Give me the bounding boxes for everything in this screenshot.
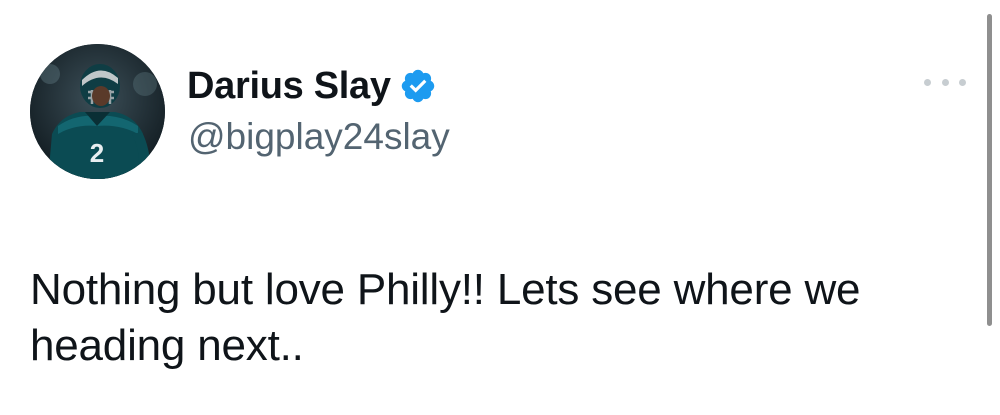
scrollbar[interactable] — [987, 14, 992, 326]
avatar-jersey-number: 2 — [90, 138, 104, 168]
verified-badge-icon[interactable] — [399, 67, 437, 105]
avatar-photo: 2 — [30, 44, 165, 179]
avatar[interactable]: 2 — [30, 44, 165, 179]
tweet-text: Nothing but love Philly!! Lets see where… — [30, 265, 861, 370]
more-horizontal-icon[interactable] — [924, 74, 966, 90]
author-display-name[interactable]: Darius Slay — [187, 67, 391, 105]
more-dot — [959, 78, 966, 86]
author-name-row: Darius Slay — [187, 60, 437, 112]
more-dot — [924, 78, 931, 86]
more-dot — [941, 78, 949, 86]
author-handle[interactable]: @bigplay24slay — [188, 118, 450, 155]
